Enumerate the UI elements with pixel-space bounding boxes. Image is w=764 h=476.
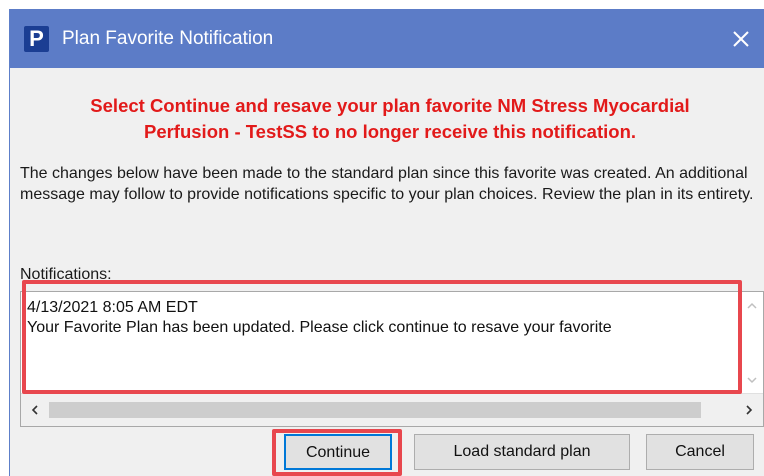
warning-line-1: Select Continue and resave your plan fav… [90, 95, 690, 116]
notifications-textbox[interactable]: 4/13/2021 8:05 AM EDT Your Favorite Plan… [20, 291, 764, 427]
notification-timestamp: 4/13/2021 8:05 AM EDT [27, 299, 198, 316]
plan-favorite-notification-dialog: P Plan Favorite Notification Select Cont… [9, 9, 764, 476]
title-bar[interactable]: P Plan Favorite Notification [10, 9, 764, 68]
chevron-right-icon[interactable] [743, 404, 755, 416]
chevron-left-icon[interactable] [29, 404, 41, 416]
horizontal-scroll-thumb[interactable] [49, 402, 701, 418]
screenshot-page: P Plan Favorite Notification Select Cont… [0, 0, 764, 476]
chevron-up-icon[interactable] [746, 300, 758, 312]
change-description: The changes below have been made to the … [20, 165, 754, 203]
dialog-title: Plan Favorite Notification [62, 28, 274, 49]
load-standard-plan-button[interactable]: Load standard plan [414, 434, 630, 470]
background-edge [0, 0, 9, 476]
cancel-button[interactable]: Cancel [646, 434, 754, 470]
close-icon [733, 31, 749, 47]
notifications-label: Notifications: [20, 266, 112, 283]
planner-p-logo-icon: P [24, 26, 49, 52]
notification-content: 4/13/2021 8:05 AM EDT Your Favorite Plan… [27, 298, 737, 338]
horizontal-scrollbar[interactable] [21, 393, 763, 426]
continue-button[interactable]: Continue [284, 434, 392, 470]
warning-message: Select Continue and resave your plan fav… [30, 93, 750, 145]
notification-message: Your Favorite Plan has been updated. Ple… [27, 319, 612, 336]
warning-line-2: Perfusion - TestSS to no longer receive … [143, 121, 637, 142]
vertical-scrollbar[interactable] [741, 292, 763, 394]
close-button[interactable] [726, 24, 756, 54]
chevron-down-icon[interactable] [746, 374, 758, 386]
